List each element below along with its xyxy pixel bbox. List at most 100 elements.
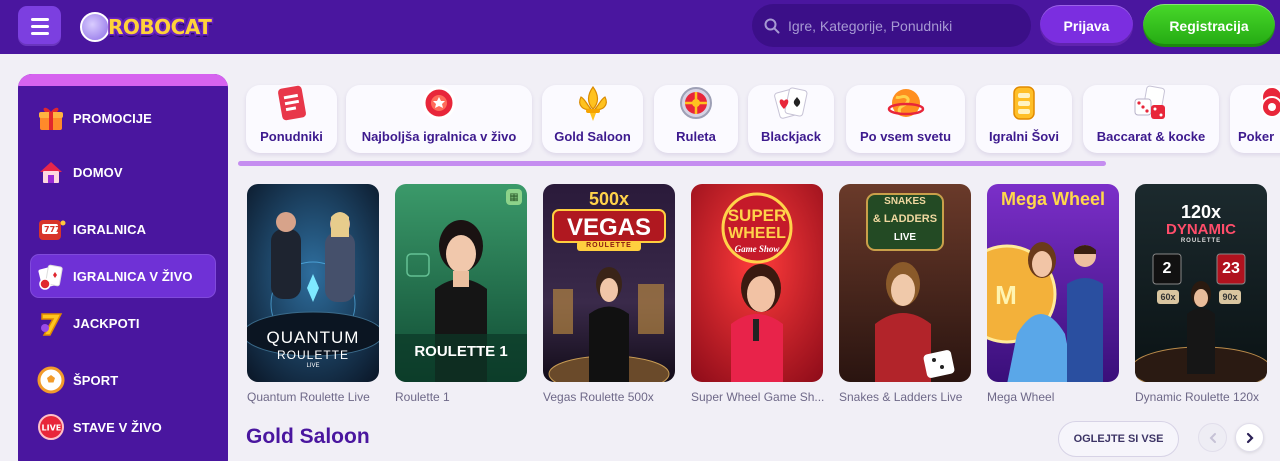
category-gold-saloon[interactable]: Gold Saloon [542, 85, 643, 153]
svg-text:777: 777 [44, 225, 61, 234]
category-igralni-sovi[interactable]: Igralni Šovi [976, 85, 1072, 153]
game-tile-roulette-1[interactable]: ▦ ROULETTE 1 [395, 184, 527, 382]
slot-machine-icon: 777 [36, 214, 66, 244]
home-icon [36, 157, 66, 187]
lucky-seven-icon [36, 308, 66, 338]
category-po-vsem-svetu[interactable]: Po vsem svetu [846, 85, 965, 153]
game-tile-quantum-roulette[interactable]: QUANTUM ROULETTE LIVE [247, 184, 379, 382]
category-ponudniki[interactable]: Ponudniki [246, 85, 337, 153]
tile-logo-line-2: VEGAS [566, 214, 652, 241]
sidebar-item-label: ŠPORT [73, 372, 119, 388]
sidebar-item-igralnica[interactable]: 777 IGRALNICA [30, 207, 216, 251]
game-tile-super-wheel[interactable]: SUPER WHEEL Game Show [691, 184, 823, 382]
provider-cards-icon [272, 85, 312, 125]
sidebar-item-label: PROMOCIJE [73, 110, 152, 126]
category-ruleta[interactable]: Ruleta [654, 85, 738, 153]
category-najboljsa-igralnica[interactable]: Najboljša igralnica v živo [346, 85, 532, 153]
category-label: Gold Saloon [554, 129, 631, 144]
tile-logo-line-3: LIVE [306, 363, 320, 369]
login-button[interactable]: Prijava [1040, 5, 1133, 46]
game-tile-dynamic-roulette[interactable]: 120x DYNAMIC ROULETTE 2 23 60x 90x [1135, 184, 1267, 382]
site-logo[interactable]: ROBOCAT [80, 6, 222, 48]
tile-logo-line-3: ROULETTE [586, 242, 632, 249]
register-button[interactable]: Registracija [1143, 4, 1275, 47]
search-box[interactable] [752, 4, 1031, 47]
globe-icon [886, 85, 926, 125]
game-tile-vegas-roulette[interactable]: 500x VEGAS ROULETTE [543, 184, 675, 382]
tile-logo-line-2: WHEEL [728, 225, 786, 242]
game-title[interactable]: Quantum Roulette Live [247, 390, 383, 404]
sidebar-accent-bar [18, 74, 228, 86]
search-icon [764, 18, 780, 33]
sidebar-item-label: IGRALNICA [73, 221, 147, 237]
hamburger-icon [30, 17, 49, 21]
sidebar-item-domov[interactable]: DOMOV [30, 150, 216, 194]
sidebar-item-label: DOMOV [73, 164, 123, 180]
tile-logo-line-1: QUANTUM [266, 328, 360, 347]
multiplier-left: 60x [1160, 292, 1176, 302]
tile-logo-line-1: 500x [588, 189, 630, 209]
see-all-button[interactable]: OGLEJTE SI VSE [1058, 421, 1179, 457]
search-input[interactable] [788, 17, 1018, 34]
game-show-icon [1004, 85, 1044, 125]
sidebar-item-igralnica-v-zivo[interactable]: IGRALNICA V ŽIVO [30, 254, 216, 298]
sidebar-item-sport[interactable]: ŠPORT [30, 358, 216, 402]
game-title[interactable]: Snakes & Ladders Live [839, 390, 975, 404]
game-title[interactable]: Mega Wheel [987, 390, 1123, 404]
game-title[interactable]: Super Wheel Game Sh... [691, 390, 827, 404]
tile-logo-line-2: DYNAMIC [1166, 221, 1236, 238]
result-number-right: 23 [1222, 260, 1240, 277]
carousel-next-button[interactable] [1235, 423, 1264, 452]
tile-logo-line-1: ROULETTE 1 [414, 343, 508, 360]
sidebar-item-stave-v-zivo[interactable]: LIVE STAVE V ŽIVO [30, 405, 216, 449]
category-label: Baccarat & kocke [1096, 129, 1206, 144]
top-header: ROBOCAT Prijava Registracija [0, 0, 1280, 54]
poker-chip-icon [419, 85, 459, 125]
tile-logo-line-2: M [995, 280, 1017, 310]
category-label: Ruleta [676, 129, 716, 144]
category-baccarat-kocke[interactable]: Baccarat & kocke [1083, 85, 1219, 153]
live-badge-icon: LIVE [36, 412, 66, 442]
sidebar-item-label: STAVE V ŽIVO [73, 419, 162, 435]
result-number-left: 2 [1162, 260, 1172, 277]
logo-text: ROBOCAT [108, 15, 212, 39]
category-label: Igralni Šovi [988, 129, 1060, 144]
category-label: Po vsem svetu [859, 129, 952, 144]
carousel-prev-button[interactable] [1198, 423, 1227, 452]
sidebar-item-promocije[interactable]: PROMOCIJE [30, 96, 216, 140]
category-label: Ponudniki [260, 129, 323, 144]
hamburger-menu-button[interactable] [18, 6, 61, 46]
tile-logo-line-3: ROULETTE [1180, 238, 1222, 244]
chevron-right-icon [1246, 432, 1254, 443]
game-tile-mega-wheel[interactable]: Mega Wheel M [987, 184, 1119, 382]
category-label: Najboljša igralnica v živo [361, 129, 517, 144]
svg-text:LIVE: LIVE [42, 424, 62, 433]
game-tile-snakes-ladders[interactable]: SNAKES & LADDERS LIVE [839, 184, 971, 382]
tile-logo-line-2: & LADDERS [872, 213, 938, 225]
soccer-ball-icon [36, 365, 66, 395]
tile-logo-line-3: Game Show [734, 244, 780, 254]
sidebar-item-label: IGRALNICA V ŽIVO [73, 268, 193, 284]
tile-logo-line-1: 120x [1180, 202, 1222, 222]
tile-logo-line-3: LIVE [893, 232, 917, 243]
category-scrollbar[interactable] [238, 161, 1106, 166]
category-poker[interactable]: Poker [1230, 85, 1280, 153]
sidebar-item-label: JACKPOTI [73, 315, 140, 331]
category-blackjack[interactable]: Blackjack [748, 85, 834, 153]
tile-logo-line-2: ROULETTE [276, 348, 349, 362]
tile-logo-line-1: SNAKES [884, 196, 926, 207]
sidebar-item-jackpoti[interactable]: JACKPOTI [30, 301, 216, 345]
chevron-left-icon [1209, 432, 1216, 443]
category-label: Poker [1238, 129, 1275, 144]
playing-cards-icon [36, 261, 66, 291]
game-title[interactable]: Roulette 1 [395, 390, 531, 404]
category-label: Blackjack [761, 129, 821, 144]
game-title[interactable]: Vegas Roulette 500x [543, 390, 679, 404]
poker-chips-icon [1250, 85, 1280, 125]
tile-logo-line-1: SUPER [727, 206, 787, 225]
section-title-gold-saloon: Gold Saloon [246, 425, 370, 448]
gift-icon [36, 103, 66, 133]
game-title[interactable]: Dynamic Roulette 120x [1135, 390, 1271, 404]
roulette-wheel-icon [676, 85, 716, 125]
multiplier-right: 90x [1222, 292, 1238, 302]
